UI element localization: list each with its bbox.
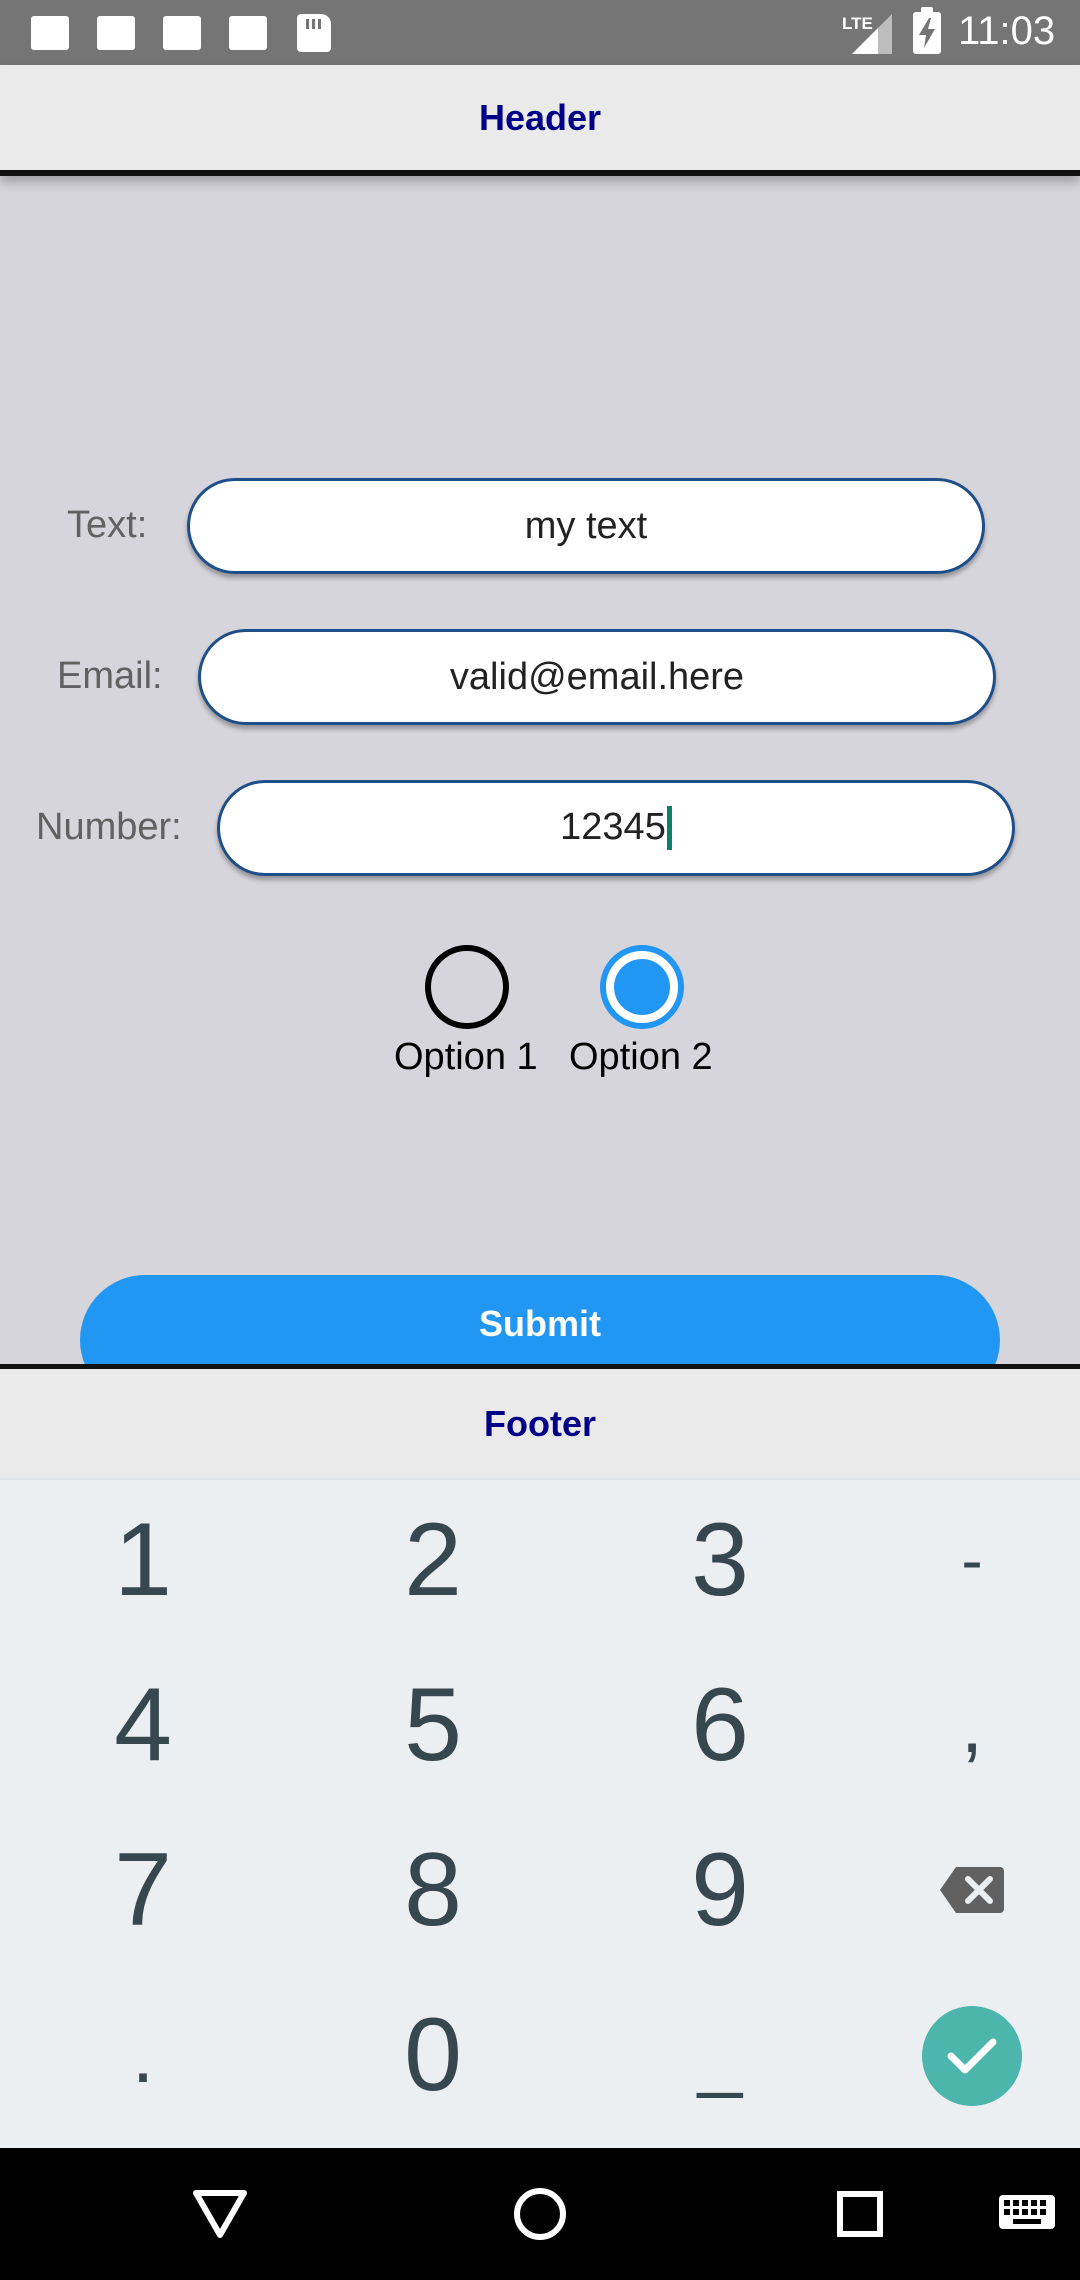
radio-option-2[interactable]	[600, 945, 684, 1029]
email-input-container[interactable]	[198, 629, 996, 725]
number-input-container[interactable]: 12345	[217, 780, 1015, 876]
number-label: Number:	[36, 806, 182, 848]
keyboard-icon[interactable]	[994, 2184, 1060, 2244]
radio-option-2-label[interactable]: Option 2	[569, 1036, 713, 1079]
key-minus[interactable]: -	[862, 1480, 1080, 1640]
text-cursor	[666, 806, 672, 851]
clock: 11:03	[958, 9, 1056, 53]
notification-icon	[163, 16, 201, 50]
text-input-container[interactable]	[187, 478, 985, 574]
key-comma[interactable]: ,	[862, 1645, 1080, 1805]
battery-charging-icon	[913, 7, 941, 54]
key-1[interactable]: 1	[33, 1480, 253, 1640]
key-8[interactable]: 8	[323, 1810, 543, 1970]
notification-icon	[229, 16, 267, 50]
numeric-keyboard: 1 2 3 - 4 5 6 , 7 8 9 . 0 _	[0, 1478, 1080, 2148]
recents-icon[interactable]	[830, 2184, 890, 2244]
notification-icon	[97, 16, 135, 50]
radio-option-1-label[interactable]: Option 1	[394, 1036, 538, 1079]
number-input[interactable]: 12345	[560, 806, 672, 851]
status-bar: LTE 11:03	[0, 0, 1080, 65]
key-underscore[interactable]: _	[610, 1975, 830, 2135]
header-bar: Header	[0, 65, 1080, 176]
key-3[interactable]: 3	[610, 1480, 830, 1640]
network-type-label: LTE	[842, 14, 873, 33]
radio-option-1[interactable]	[425, 945, 509, 1029]
key-5[interactable]: 5	[323, 1645, 543, 1805]
email-label: Email:	[57, 655, 163, 697]
footer-bar: Footer	[0, 1364, 1080, 1478]
backspace-key[interactable]	[862, 1810, 1080, 1970]
home-icon[interactable]	[510, 2184, 570, 2244]
email-input[interactable]	[201, 655, 993, 699]
text-input[interactable]	[190, 504, 982, 548]
key-period[interactable]: .	[33, 1975, 253, 2135]
checkmark-icon	[947, 2038, 997, 2074]
navigation-bar	[0, 2148, 1080, 2280]
enter-key[interactable]	[922, 2006, 1022, 2106]
key-0[interactable]: 0	[323, 1975, 543, 2135]
key-9[interactable]: 9	[610, 1810, 830, 1970]
number-input-value: 12345	[560, 805, 666, 848]
notification-icon	[31, 16, 69, 50]
header-title: Header	[478, 96, 602, 138]
key-4[interactable]: 4	[33, 1645, 253, 1805]
submit-button-label: Submit	[479, 1303, 601, 1344]
text-label: Text:	[67, 504, 148, 546]
key-2[interactable]: 2	[323, 1480, 543, 1640]
key-6[interactable]: 6	[610, 1645, 830, 1805]
back-icon[interactable]	[190, 2184, 250, 2244]
key-7[interactable]: 7	[33, 1810, 253, 1970]
footer-title: Footer	[484, 1402, 596, 1444]
sd-card-icon	[297, 14, 331, 52]
backspace-icon	[940, 1867, 1004, 1913]
